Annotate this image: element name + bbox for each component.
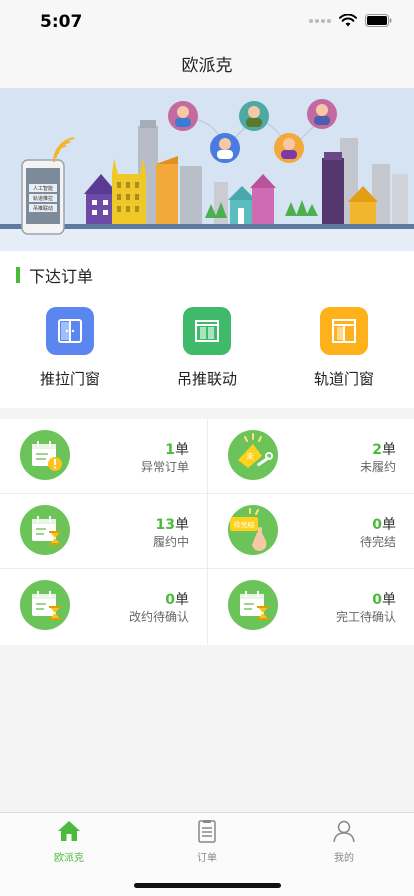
tab-label: 我的 [334, 853, 354, 864]
stat-pending-close[interactable]: 待完结 0单 待完结 [207, 494, 414, 569]
pending-tag-icon: 待完结 [228, 505, 278, 555]
signal-icon [309, 18, 331, 23]
tab-home[interactable]: 欧派克 [19, 819, 119, 864]
stat-completion-pending[interactable]: 0单 完工待确认 [207, 569, 414, 644]
tab-profile[interactable]: 我的 [294, 819, 394, 864]
category-track-window[interactable]: 轨道门窗 [274, 307, 414, 389]
tab-label: 订单 [197, 853, 217, 864]
stat-count: 13单 [155, 517, 189, 533]
stat-label: 完工待确认 [335, 610, 396, 624]
stat-reschedule-pending[interactable]: 0单 改约待确认 [0, 569, 207, 644]
tag-text: 待完结 [234, 520, 255, 529]
stat-in-progress[interactable]: 13单 履约中 [0, 494, 207, 569]
home-indicator [134, 883, 281, 888]
hanging-door-icon [183, 307, 231, 355]
track-window-icon [320, 307, 368, 355]
calendar-hourglass-icon [20, 580, 70, 630]
category-sliding-door[interactable]: 推拉门窗 [0, 307, 140, 389]
stat-count: 0单 [372, 592, 396, 608]
stat-label: 异常订单 [140, 460, 189, 474]
calendar-alert-icon [20, 430, 70, 480]
phone-line: 人工智能 [33, 185, 53, 192]
status-icons [309, 14, 392, 27]
stat-label: 改约待确认 [128, 610, 189, 624]
stat-label: 未履约 [359, 460, 396, 474]
stat-label: 履约中 [152, 535, 189, 549]
stat-abnormal-orders[interactable]: 1单 异常订单 [0, 419, 207, 494]
battery-icon [365, 14, 392, 27]
category-label: 轨道门窗 [313, 370, 374, 388]
wifi-icon [339, 14, 357, 27]
section-accent-bar [16, 267, 20, 283]
category-label: 推拉门窗 [39, 370, 100, 388]
status-time: 5:07 [40, 12, 83, 32]
phone-line: 轨道推拉 [33, 195, 53, 202]
nav-bar: 欧派克 [0, 44, 414, 88]
clipboard-icon [198, 820, 216, 843]
tag-wrench-icon: 未 [228, 430, 278, 480]
tab-label: 欧派克 [54, 853, 84, 864]
tag-text: 未 [246, 451, 254, 461]
stat-count: 0单 [165, 592, 189, 608]
stat-count: 1单 [165, 442, 189, 458]
city-banner: 人工智能 轨道推拉 吊推联动 [0, 88, 414, 251]
status-bar: 5:07 [0, 0, 414, 44]
order-stats-grid: 1单 异常订单 未 2单 未履约 13单 履约中 待完结 0单 待完结 0单 改… [0, 419, 414, 645]
user-icon [333, 820, 355, 843]
section-header: 下达订单 [16, 263, 93, 287]
tab-orders[interactable]: 订单 [157, 819, 257, 864]
order-section: 下达订单 推拉门窗 吊推联动 轨道门窗 [0, 251, 414, 408]
calendar-hourglass-icon [228, 580, 278, 630]
stat-unfulfilled[interactable]: 未 2单 未履约 [207, 419, 414, 494]
phone-line: 吊推联动 [33, 205, 53, 212]
category-label: 吊推联动 [176, 370, 237, 388]
calendar-hourglass-icon [20, 505, 70, 555]
home-icon [58, 821, 80, 841]
page-title: 欧派克 [181, 56, 233, 76]
section-title: 下达订单 [29, 267, 94, 286]
stat-label: 待完结 [359, 535, 396, 549]
sliding-door-icon [46, 307, 94, 355]
stat-count: 2单 [372, 442, 396, 458]
category-hanging-door[interactable]: 吊推联动 [137, 307, 277, 389]
stat-count: 0单 [372, 517, 396, 533]
